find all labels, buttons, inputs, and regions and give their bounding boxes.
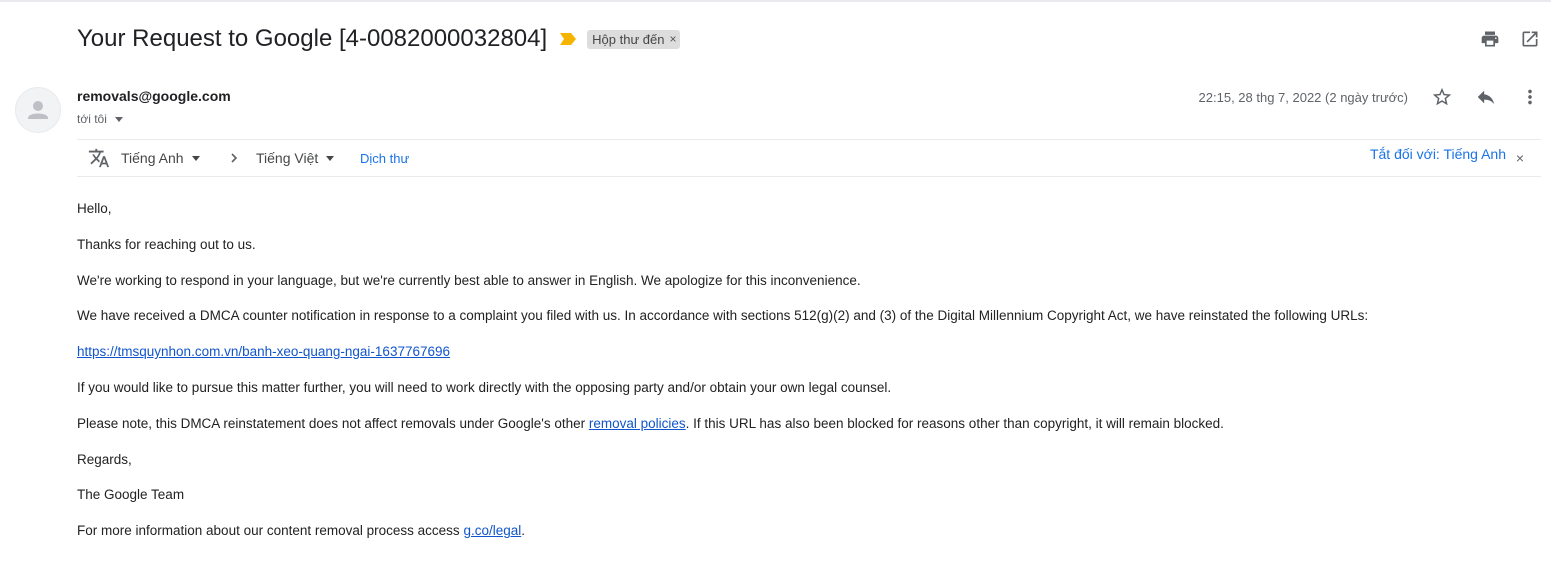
policy-note-text-2: . If this URL has also been blocked for …: [685, 415, 1224, 431]
legal-link[interactable]: g.co/legal: [463, 523, 521, 538]
reply-icon[interactable]: [1475, 86, 1497, 108]
target-language-chevron-icon: [326, 155, 335, 161]
body-regards: Regards,: [77, 451, 132, 467]
body-thanks: Thanks for reaching out to us.: [77, 236, 256, 252]
more-info-period: .: [521, 523, 525, 539]
body-url-paragraph: https://tmsquynhon.com.vn/banh-xeo-quang…: [77, 343, 1368, 379]
email-subject: Your Request to Google [4-0082000032804]: [77, 25, 548, 52]
body-language-note: We're working to respond in your languag…: [77, 272, 861, 288]
inbox-label-text: Hộp thư đến: [592, 31, 665, 47]
translate-icon: [88, 140, 110, 176]
body-more-info: For more information about our content r…: [77, 522, 1368, 558]
target-language-select[interactable]: Tiếng Việt: [256, 140, 335, 176]
message-actions: [1431, 86, 1541, 108]
show-details-chevron-icon[interactable]: [114, 116, 123, 122]
more-info-text: For more information about our content r…: [77, 523, 464, 539]
reinstated-url-link[interactable]: https://tmsquynhon.com.vn/banh-xeo-quang…: [77, 344, 450, 359]
body-policy-note: Please note, this DMCA reinstatement doe…: [77, 415, 1368, 451]
recipient-line[interactable]: tới tôi: [77, 112, 123, 126]
body-signature: The Google Team: [77, 487, 185, 503]
close-translate-bar-icon[interactable]: ×: [1516, 140, 1524, 176]
translate-bar: Tiếng Anh Tiếng Việt Dịch thư Tắt đối vớ…: [77, 139, 1541, 177]
print-icon[interactable]: [1479, 28, 1501, 50]
sender-avatar: [15, 87, 61, 133]
sender-email[interactable]: removals@google.com: [77, 88, 231, 104]
translate-message-text: Dịch thư: [360, 150, 410, 166]
open-in-new-icon[interactable]: [1519, 28, 1541, 50]
arrow-right-icon: [228, 140, 240, 176]
remove-label-button[interactable]: ×: [669, 32, 676, 46]
body-legal-advice: If you would like to pursue this matter …: [77, 379, 892, 395]
more-vert-icon[interactable]: [1519, 86, 1541, 108]
subject-row: Your Request to Google [4-0082000032804]…: [77, 22, 681, 56]
policy-note-text-1: Please note, this DMCA reinstatement doe…: [77, 415, 589, 431]
email-date: 22:15, 28 thg 7, 2022 (2 ngày trước): [1198, 90, 1408, 105]
translate-message-link[interactable]: Dịch thư: [360, 140, 409, 176]
email-body: Hello, Thanks for reaching out to us. We…: [77, 200, 1368, 558]
top-divider: [0, 0, 1551, 2]
importance-marker-icon[interactable]: [559, 32, 577, 46]
person-icon: [28, 101, 48, 119]
source-language-select[interactable]: Tiếng Anh: [121, 140, 200, 176]
inbox-label-chip[interactable]: Hộp thư đến ×: [587, 29, 681, 49]
source-language-chevron-icon: [191, 155, 200, 161]
turn-off-translation-text: Tắt đối với: Tiếng Anh: [1369, 146, 1506, 162]
thread-actions: [1479, 28, 1541, 50]
body-dmca-notice: We have received a DMCA counter notifica…: [77, 308, 1369, 324]
removal-policies-link[interactable]: removal policies: [589, 416, 686, 431]
body-greeting: Hello,: [77, 201, 112, 216]
source-language-label: Tiếng Anh: [121, 150, 184, 166]
target-language-label: Tiếng Việt: [256, 150, 319, 166]
star-icon[interactable]: [1431, 86, 1453, 108]
recipient-text: tới tôi: [77, 112, 107, 126]
turn-off-translation-link[interactable]: Tắt đối với: Tiếng Anh: [1370, 136, 1506, 172]
